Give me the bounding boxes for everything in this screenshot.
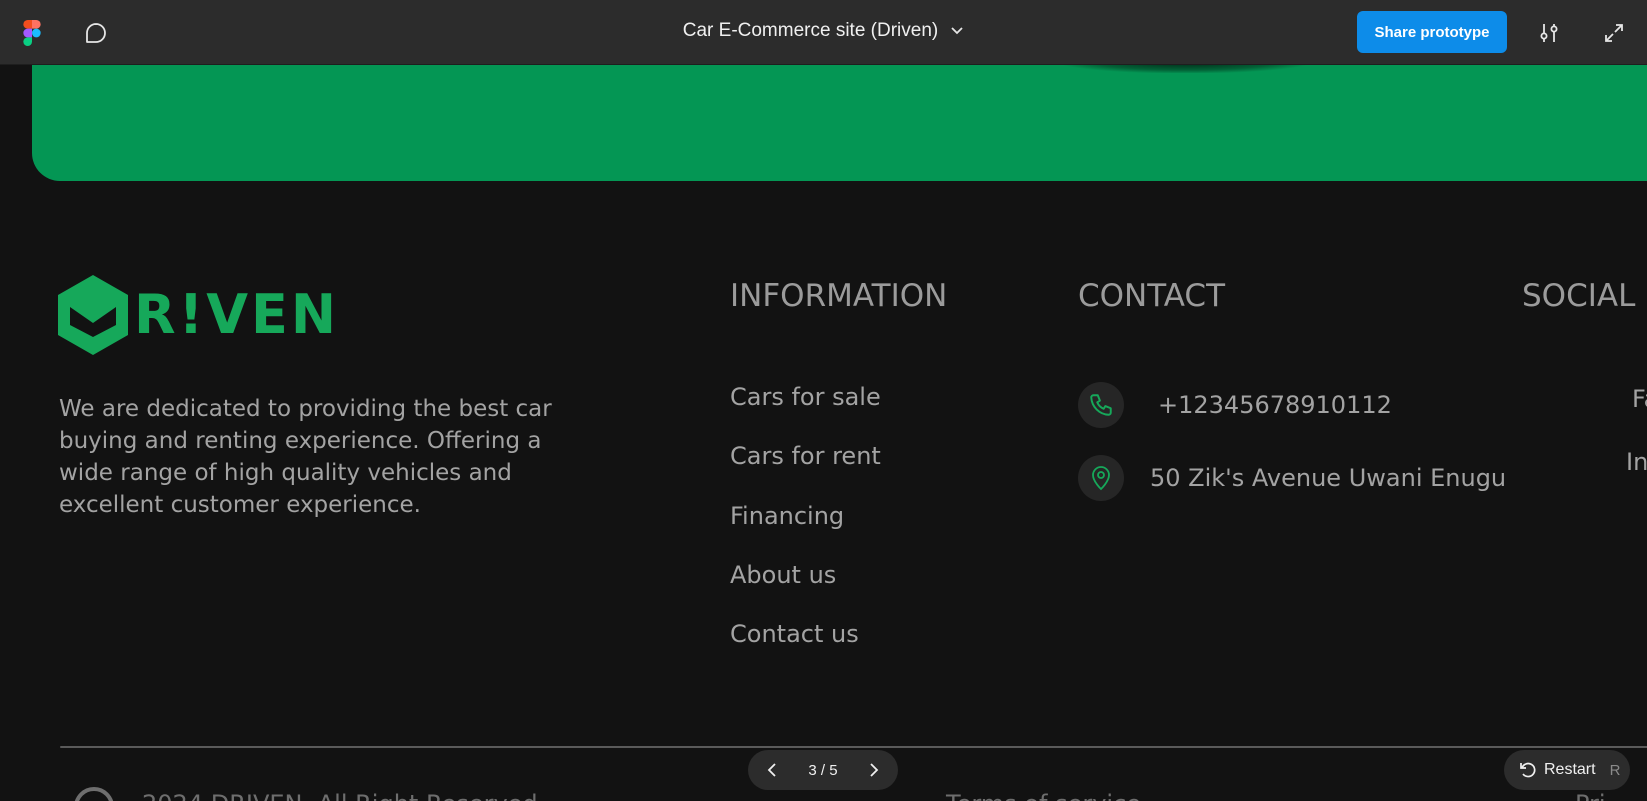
about-text: We are dedicated to providing the best c… [59,396,552,518]
address: 50 Zik's Avenue Uwani Enugu [1150,464,1507,492]
contact-heading: CONTACT [1078,278,1226,314]
prototype-canvas: R!VEN We are dedicated to providing the … [0,65,1647,801]
chevron-left-icon [767,763,776,777]
restart-button[interactable]: Restart R [1504,750,1630,790]
chevron-right-icon [870,763,879,777]
contact-address-row[interactable]: 50 Zik's Avenue Uwani Enugu [1078,455,1506,501]
social-link-facebook[interactable]: Fa [1632,385,1647,413]
file-menu-button[interactable]: Car E-Commerce site (Driven) [683,20,964,42]
privacy-link[interactable]: Pri [1575,790,1606,801]
page-navigator: 3 / 5 [748,750,898,790]
logo-text: R!VEN [134,283,340,346]
driven-logo[interactable]: R!VEN [58,275,339,355]
expand-icon[interactable] [1601,20,1627,46]
page-indicator: 3 / 5 [808,761,838,779]
prototype-toolbar: Car E-Commerce site (Driven) Share proto… [0,0,1647,65]
restart-icon [1520,762,1536,778]
restart-shortcut: R [1609,761,1621,779]
footer-divider [60,746,1647,748]
contact-phone-row[interactable]: +12345678910112 [1078,382,1392,428]
file-title: Car E-Commerce site (Driven) [682,20,939,41]
next-page-button[interactable] [862,758,886,782]
information-heading: INFORMATION [730,278,948,314]
driven-logo-icon [58,275,128,355]
phone-icon [1078,382,1124,428]
link-contact-us[interactable]: Contact us [730,620,859,648]
settings-sliders-icon[interactable] [1536,20,1562,46]
link-financing[interactable]: Financing [730,502,844,530]
chevron-down-icon [950,20,964,42]
social-link-instagram[interactable]: In [1626,448,1647,476]
copyright-text: 2024 DRIVEN. All Right Reserved. [142,790,545,801]
restart-label: Restart [1544,761,1596,778]
previous-page-button[interactable] [760,758,784,782]
green-banner [32,65,1647,181]
link-about-us[interactable]: About us [730,561,836,589]
terms-link[interactable]: Terms of service [946,790,1141,801]
figma-logo-icon[interactable] [22,20,42,46]
comment-icon[interactable] [83,20,109,46]
link-cars-for-rent[interactable]: Cars for rent [730,442,881,470]
social-heading: SOCIAL [1522,278,1636,314]
location-pin-icon [1078,455,1124,501]
share-prototype-button[interactable]: Share prototype [1357,11,1507,53]
link-cars-for-sale[interactable]: Cars for sale [730,383,881,411]
phone-number: +12345678910112 [1158,391,1392,419]
copyright-icon [74,787,114,801]
car-shadow [1060,65,1310,73]
